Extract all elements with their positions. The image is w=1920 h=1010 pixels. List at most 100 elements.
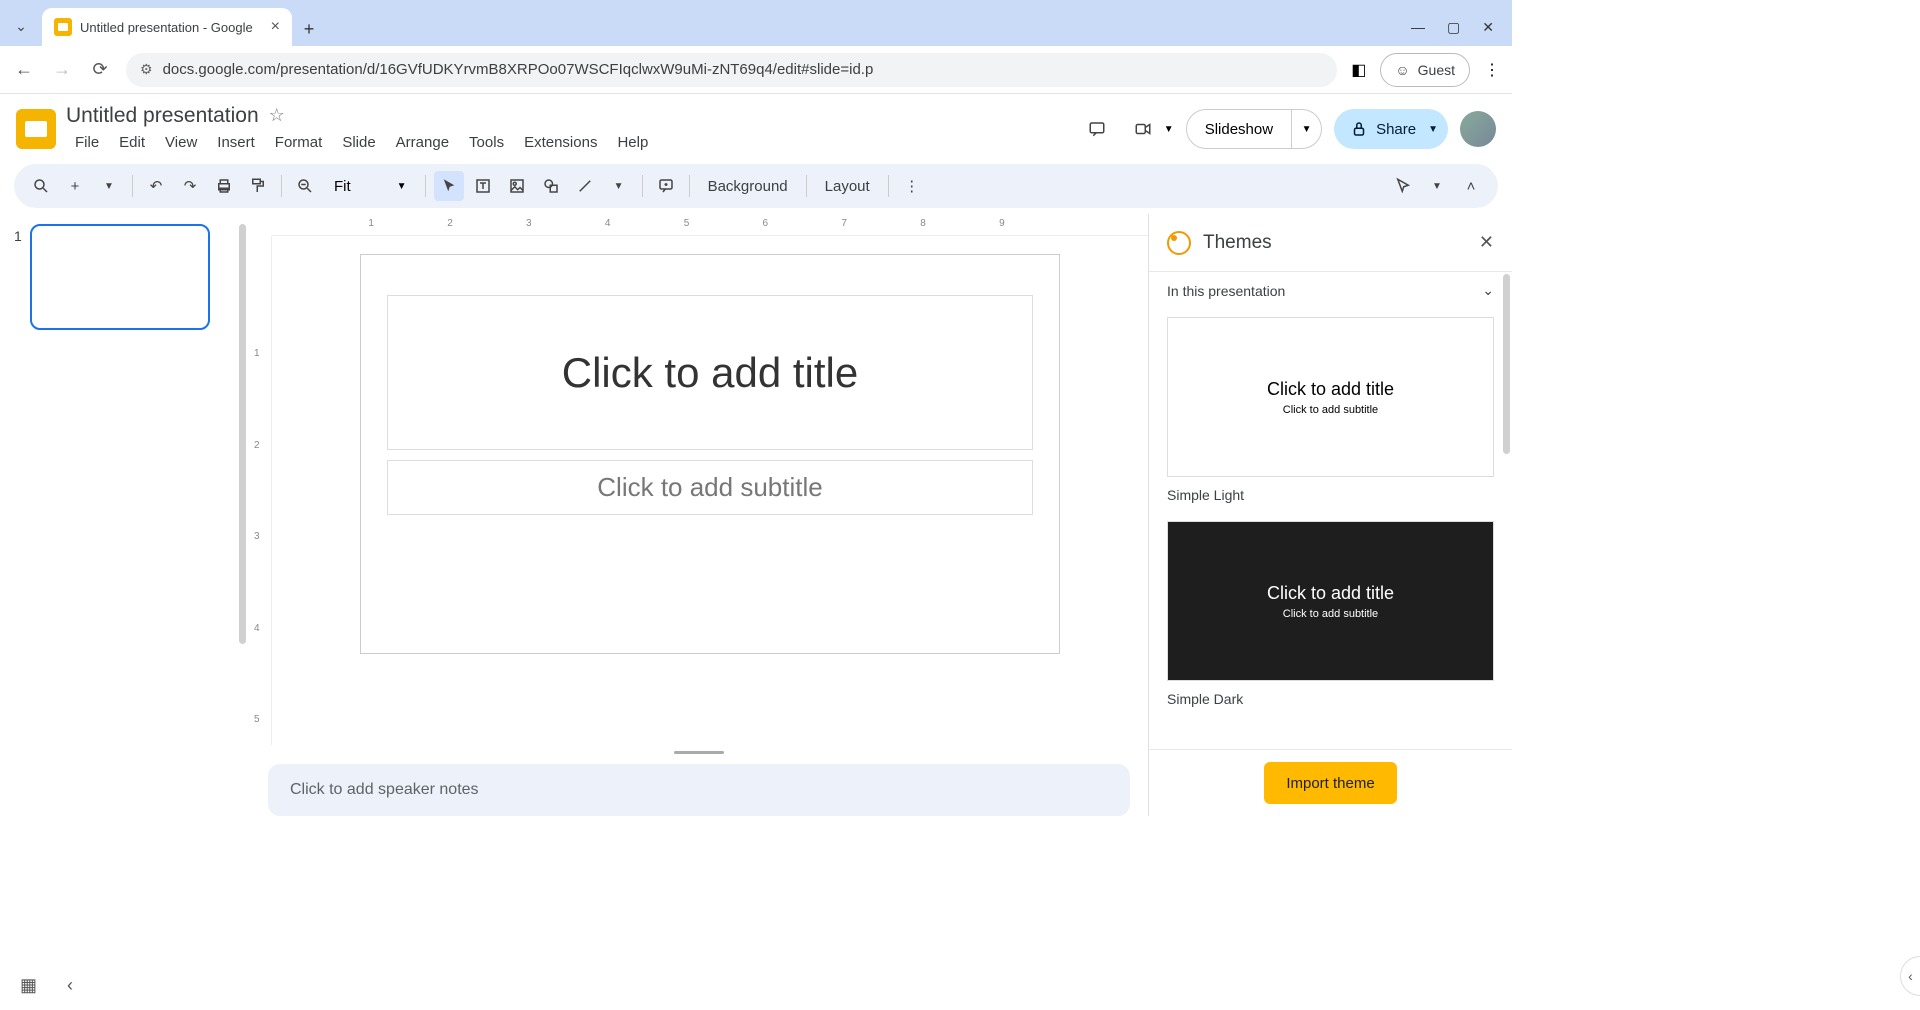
- slide-thumbnail[interactable]: [30, 224, 210, 330]
- app-header: Untitled presentation ☆ File Edit View I…: [0, 94, 1512, 164]
- comments-icon[interactable]: [1080, 112, 1114, 146]
- toolbar: + ▼ ↶ ↷ Fit ▼ ▼ Background Layout ⋮ ▼ ˄: [14, 164, 1498, 208]
- slideshow-dropdown-icon[interactable]: ▼: [1292, 109, 1322, 149]
- workspace: 1 1 2 3 4 5 6 7 8 9 1 2 3 4 5 Clic: [0, 214, 1512, 816]
- zoom-dropdown-icon: ▼: [397, 181, 407, 192]
- menu-slide[interactable]: Slide: [333, 130, 384, 155]
- menu-extensions[interactable]: Extensions: [515, 130, 606, 155]
- profile-guest-button[interactable]: ☺ Guest: [1380, 53, 1470, 87]
- collapse-filmstrip-icon[interactable]: ‹: [67, 975, 73, 996]
- menu-tools[interactable]: Tools: [460, 130, 513, 155]
- redo-icon[interactable]: ↷: [175, 171, 205, 201]
- print-icon[interactable]: [209, 171, 239, 201]
- slide-canvas[interactable]: Click to add title Click to add subtitle: [272, 236, 1148, 745]
- paint-format-icon[interactable]: [243, 171, 273, 201]
- collapse-toolbar-icon[interactable]: ˄: [1456, 171, 1486, 201]
- thumbnail-scrollbar[interactable]: [239, 224, 246, 644]
- side-panel-expand-icon[interactable]: ‹: [1900, 956, 1920, 996]
- video-call-dropdown-icon[interactable]: ▼: [1164, 124, 1174, 135]
- share-dropdown-icon[interactable]: ▼: [1428, 124, 1438, 135]
- tabs-dropdown-icon[interactable]: ⌄: [0, 6, 42, 46]
- guest-label: Guest: [1418, 62, 1455, 78]
- canvas-area: 1 2 3 4 5 6 7 8 9 1 2 3 4 5 Click to add…: [250, 214, 1148, 816]
- forward-button: →: [50, 59, 74, 80]
- slide[interactable]: Click to add title Click to add subtitle: [360, 254, 1060, 654]
- background-button[interactable]: Background: [698, 178, 798, 195]
- menubar: File Edit View Insert Format Slide Arran…: [66, 130, 657, 155]
- document-title[interactable]: Untitled presentation: [66, 104, 259, 128]
- menu-help[interactable]: Help: [608, 130, 657, 155]
- reload-button[interactable]: ⟳: [88, 59, 112, 80]
- more-tools-icon[interactable]: ⋮: [897, 171, 927, 201]
- menu-file[interactable]: File: [66, 130, 108, 155]
- close-window-icon[interactable]: ✕: [1482, 19, 1494, 36]
- themes-title: Themes: [1203, 232, 1467, 254]
- side-panel-icon[interactable]: ◧: [1351, 60, 1366, 80]
- share-button[interactable]: Share ▼: [1334, 109, 1448, 149]
- chrome-menu-icon[interactable]: ⋮: [1484, 60, 1500, 80]
- slide-thumbnail-panel: 1: [0, 214, 250, 816]
- themes-section-label: In this presentation: [1167, 283, 1285, 299]
- close-themes-icon[interactable]: ✕: [1479, 232, 1494, 253]
- notes-resize-handle[interactable]: [674, 751, 724, 754]
- tab-title: Untitled presentation - Google: [80, 20, 253, 35]
- url-text: docs.google.com/presentation/d/16GVfUDKY…: [163, 61, 874, 78]
- slides-favicon-icon: [54, 18, 72, 36]
- close-tab-icon[interactable]: ×: [271, 18, 280, 36]
- maximize-icon[interactable]: ▢: [1447, 19, 1460, 36]
- zoom-value: Fit: [334, 178, 351, 195]
- menu-format[interactable]: Format: [266, 130, 332, 155]
- zoom-icon[interactable]: [290, 171, 320, 201]
- slides-logo-icon[interactable]: [16, 109, 56, 149]
- vertical-ruler[interactable]: 1 2 3 4 5: [250, 236, 272, 745]
- star-icon[interactable]: ☆: [269, 105, 285, 126]
- guest-icon: ☺: [1395, 62, 1409, 78]
- new-tab-button[interactable]: +: [292, 12, 326, 46]
- share-label: Share: [1376, 121, 1416, 138]
- menu-insert[interactable]: Insert: [208, 130, 264, 155]
- back-button[interactable]: ←: [12, 59, 36, 80]
- chevron-down-icon: ⌄: [1482, 282, 1494, 299]
- zoom-select[interactable]: Fit ▼: [324, 178, 417, 195]
- menu-arrange[interactable]: Arrange: [387, 130, 458, 155]
- browser-tab-strip: ⌄ Untitled presentation - Google × + — ▢…: [0, 0, 1512, 46]
- browser-tab[interactable]: Untitled presentation - Google ×: [42, 8, 292, 46]
- themes-icon: [1167, 231, 1191, 255]
- title-placeholder[interactable]: Click to add title: [387, 295, 1033, 450]
- site-info-icon[interactable]: ⚙: [140, 61, 153, 78]
- minimize-icon[interactable]: —: [1411, 19, 1425, 36]
- theme-option-light[interactable]: Click to add title Click to add subtitle: [1167, 317, 1494, 477]
- image-tool-icon[interactable]: [502, 171, 532, 201]
- subtitle-placeholder[interactable]: Click to add subtitle: [387, 460, 1033, 515]
- new-slide-dropdown-icon[interactable]: ▼: [94, 171, 124, 201]
- account-avatar[interactable]: [1460, 111, 1496, 147]
- menu-edit[interactable]: Edit: [110, 130, 154, 155]
- theme-option-dark[interactable]: Click to add title Click to add subtitle: [1167, 521, 1494, 681]
- search-menus-icon[interactable]: [26, 171, 56, 201]
- grid-view-icon[interactable]: ▦: [20, 975, 37, 996]
- address-bar: ← → ⟳ ⚙ docs.google.com/presentation/d/1…: [0, 46, 1512, 94]
- video-call-icon[interactable]: [1126, 112, 1160, 146]
- shape-tool-icon[interactable]: [536, 171, 566, 201]
- textbox-tool-icon[interactable]: [468, 171, 498, 201]
- themes-section-toggle[interactable]: In this presentation ⌄: [1149, 272, 1512, 309]
- slideshow-button[interactable]: Slideshow: [1186, 109, 1292, 149]
- import-theme-button[interactable]: Import theme: [1264, 762, 1396, 804]
- line-dropdown-icon[interactable]: ▼: [604, 171, 634, 201]
- url-input[interactable]: ⚙ docs.google.com/presentation/d/16GVfUD…: [126, 53, 1337, 87]
- lock-icon: [1350, 120, 1368, 138]
- comment-tool-icon[interactable]: [651, 171, 681, 201]
- undo-icon[interactable]: ↶: [141, 171, 171, 201]
- themes-scrollbar[interactable]: [1503, 274, 1510, 454]
- select-tool-icon[interactable]: [434, 171, 464, 201]
- theme-name: Simple Dark: [1167, 691, 1494, 707]
- line-tool-icon[interactable]: [570, 171, 600, 201]
- theme-name: Simple Light: [1167, 487, 1494, 503]
- pointer-dropdown-icon[interactable]: ▼: [1422, 171, 1452, 201]
- pointer-options-icon[interactable]: [1388, 171, 1418, 201]
- menu-view[interactable]: View: [156, 130, 206, 155]
- new-slide-icon[interactable]: +: [60, 171, 90, 201]
- layout-button[interactable]: Layout: [815, 178, 880, 195]
- speaker-notes[interactable]: Click to add speaker notes: [268, 764, 1130, 816]
- horizontal-ruler[interactable]: 1 2 3 4 5 6 7 8 9: [272, 214, 1148, 236]
